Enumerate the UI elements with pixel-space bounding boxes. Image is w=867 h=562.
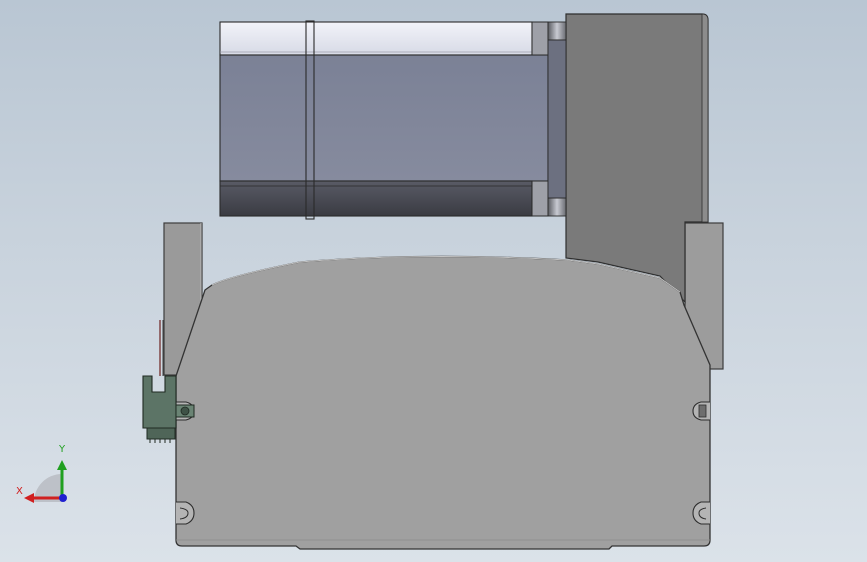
right-mount-slot-lower: [692, 501, 710, 525]
triad-x-label: X: [16, 486, 23, 497]
right-mount-slot-upper: [692, 401, 710, 421]
base-body: [175, 255, 711, 550]
cad-viewport[interactable]: Y X: [0, 0, 867, 562]
assembly-model-view[interactable]: [0, 0, 867, 562]
left-mount-slot-lower: [176, 501, 195, 525]
triad-y-label: Y: [59, 444, 66, 455]
servo-motor: [219, 20, 567, 220]
z-axis-point: [59, 494, 67, 502]
axis-triad[interactable]: [24, 460, 67, 503]
